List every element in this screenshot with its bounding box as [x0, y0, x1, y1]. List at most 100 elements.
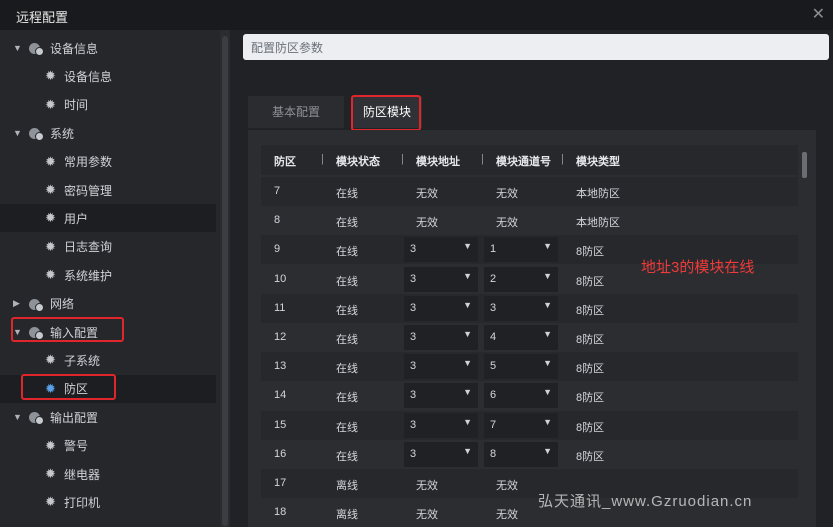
module-channel-select[interactable]: 2 ▼	[484, 266, 558, 292]
select-value: 3	[410, 360, 417, 373]
tree-item-label: 子系统	[64, 353, 101, 368]
module-address-select[interactable]: 3 ▼	[404, 237, 478, 263]
module-address-cell: 无效	[416, 217, 438, 230]
module-channel-select[interactable]: 1 ▼	[484, 237, 558, 263]
tab-bar: 基本配置 防区模块	[248, 96, 828, 130]
zone-cell: 13	[274, 360, 287, 373]
gear-icon: ✹	[45, 267, 56, 283]
table-row: 15 在线 3 ▼ 7 ▼ 8防区	[261, 410, 798, 440]
select-value: 3	[490, 301, 497, 314]
tree-item-label: 日志查询	[64, 240, 113, 255]
tree-item-1-0[interactable]: ✹ 常用参数	[0, 148, 216, 176]
zone-cell: 12	[274, 331, 287, 343]
select-value: 7	[490, 418, 497, 431]
tree-item-label: 用户	[64, 211, 89, 226]
module-channel-select[interactable]: 3 ▼	[484, 295, 558, 321]
module-address-select[interactable]: 3 ▼	[404, 412, 478, 438]
group-node-icon-part	[35, 302, 44, 312]
chevron-down-icon[interactable]: ▼	[463, 358, 472, 368]
expanded-caret-icon[interactable]: ▼	[13, 412, 22, 422]
select-value: 8	[490, 447, 497, 460]
select-value: 3	[410, 389, 417, 402]
tree-item-3-0[interactable]: ✹ 子系统	[0, 346, 216, 374]
expanded-caret-icon[interactable]: ▼	[13, 128, 22, 138]
watermark: 弘天通讯_www.Gzruodian.cn	[538, 493, 753, 510]
select-value: 2	[490, 272, 497, 285]
module-channel-select[interactable]: 8 ▼	[484, 441, 558, 467]
tree-item-1-4[interactable]: ✹ 系统维护	[0, 261, 216, 289]
table-row: 11 在线 3 ▼ 3 ▼ 8防区	[261, 293, 798, 323]
tree-item-0-0[interactable]: ✹ 设备信息	[0, 62, 216, 90]
tree-group-2[interactable]: ▶ 网络	[0, 290, 216, 318]
chevron-down-icon[interactable]: ▼	[543, 271, 552, 281]
module-channel-select[interactable]: 6 ▼	[484, 383, 558, 409]
module-type-cell: 8防区	[576, 275, 605, 288]
chevron-down-icon[interactable]: ▼	[463, 300, 472, 310]
collapsed-caret-icon[interactable]: ▶	[13, 298, 20, 309]
module-type-cell: 8防区	[576, 304, 605, 317]
chevron-down-icon[interactable]: ▼	[463, 417, 472, 427]
tree-item-4-0[interactable]: ✹ 警号	[0, 432, 216, 460]
module-channel-select[interactable]: 7 ▼	[484, 412, 558, 438]
zone-cell: 11	[274, 301, 286, 314]
group-node-icon-part	[35, 47, 44, 56]
module-type-cell: 8防区	[576, 334, 605, 346]
zone-cell: 9	[274, 243, 281, 256]
chevron-down-icon[interactable]: ▼	[463, 446, 472, 456]
module-channel-select[interactable]: 5 ▼	[484, 354, 558, 380]
module-channel-select[interactable]: 4 ▼	[484, 325, 558, 350]
column-header-zone: 防区	[274, 156, 296, 168]
table-scrollbar[interactable]	[799, 145, 811, 527]
tree-group-label: 设备信息	[50, 41, 99, 56]
module-address-select[interactable]: 3 ▼	[404, 325, 478, 350]
sidebar-scrollbar-thumb[interactable]	[222, 36, 228, 526]
expanded-caret-icon[interactable]: ▼	[13, 43, 22, 53]
chevron-down-icon[interactable]: ▼	[543, 446, 552, 456]
tree-item-label: 时间	[64, 98, 89, 113]
module-address-select[interactable]: 3 ▼	[404, 295, 478, 321]
tree-item-1-3[interactable]: ✹ 日志查询	[0, 233, 216, 261]
tree-group-0[interactable]: ▼ 设备信息	[0, 34, 216, 62]
tree-item-label: 系统维护	[64, 268, 113, 283]
group-node-icon	[29, 410, 44, 426]
module-address-cell: 无效	[416, 188, 438, 200]
chevron-down-icon[interactable]: ▼	[463, 329, 472, 339]
chevron-down-icon[interactable]: ▼	[543, 358, 552, 368]
tree-item-4-1[interactable]: ✹ 继电器	[0, 460, 216, 488]
module-address-select[interactable]: 3 ▼	[404, 266, 478, 292]
module-type-cell: 8防区	[576, 450, 605, 463]
chevron-down-icon[interactable]: ▼	[463, 271, 472, 281]
tree-item-1-2[interactable]: ✹ 用户	[0, 204, 216, 233]
module-address-select[interactable]: 3 ▼	[404, 383, 478, 409]
chevron-down-icon[interactable]: ▼	[543, 329, 552, 339]
chevron-down-icon[interactable]: ▼	[543, 417, 552, 427]
select-value: 3	[410, 447, 417, 460]
select-value: 6	[490, 389, 497, 402]
module-channel-cell: 无效	[496, 509, 518, 522]
module-address-select[interactable]: 3 ▼	[404, 441, 478, 467]
module-status-cell: 离线	[336, 509, 358, 522]
tree-group-1[interactable]: ▼ 系统	[0, 119, 216, 147]
column-separator: |	[561, 153, 564, 165]
tree-group-4[interactable]: ▼ 输出配置	[0, 403, 216, 431]
tab-basic-config[interactable]: 基本配置	[248, 96, 344, 128]
close-icon[interactable]: ✕	[812, 4, 825, 24]
gear-icon: ✹	[45, 68, 56, 84]
tree-item-1-1[interactable]: ✹ 密码管理	[0, 176, 216, 204]
module-status-cell: 在线	[336, 188, 358, 200]
select-value: 3	[410, 272, 417, 285]
tree-item-4-2[interactable]: ✹ 打印机	[0, 488, 216, 516]
tree-item-0-1[interactable]: ✹ 时间	[0, 91, 216, 119]
chevron-down-icon[interactable]: ▼	[543, 387, 552, 397]
chevron-down-icon[interactable]: ▼	[543, 300, 552, 310]
chevron-down-icon[interactable]: ▼	[463, 387, 472, 397]
zone-cell: 18	[274, 506, 287, 519]
gear-icon: ✹	[45, 210, 56, 226]
table-row: 16 在线 3 ▼ 8 ▼ 8防区	[261, 439, 798, 469]
table-scrollbar-thumb[interactable]	[802, 152, 807, 178]
chevron-down-icon[interactable]: ▼	[463, 241, 472, 251]
table-row: 14 在线 3 ▼ 6 ▼ 8防区	[261, 381, 798, 411]
module-address-select[interactable]: 3 ▼	[404, 354, 478, 380]
gear-icon: ✹	[45, 437, 56, 453]
chevron-down-icon[interactable]: ▼	[543, 241, 552, 251]
